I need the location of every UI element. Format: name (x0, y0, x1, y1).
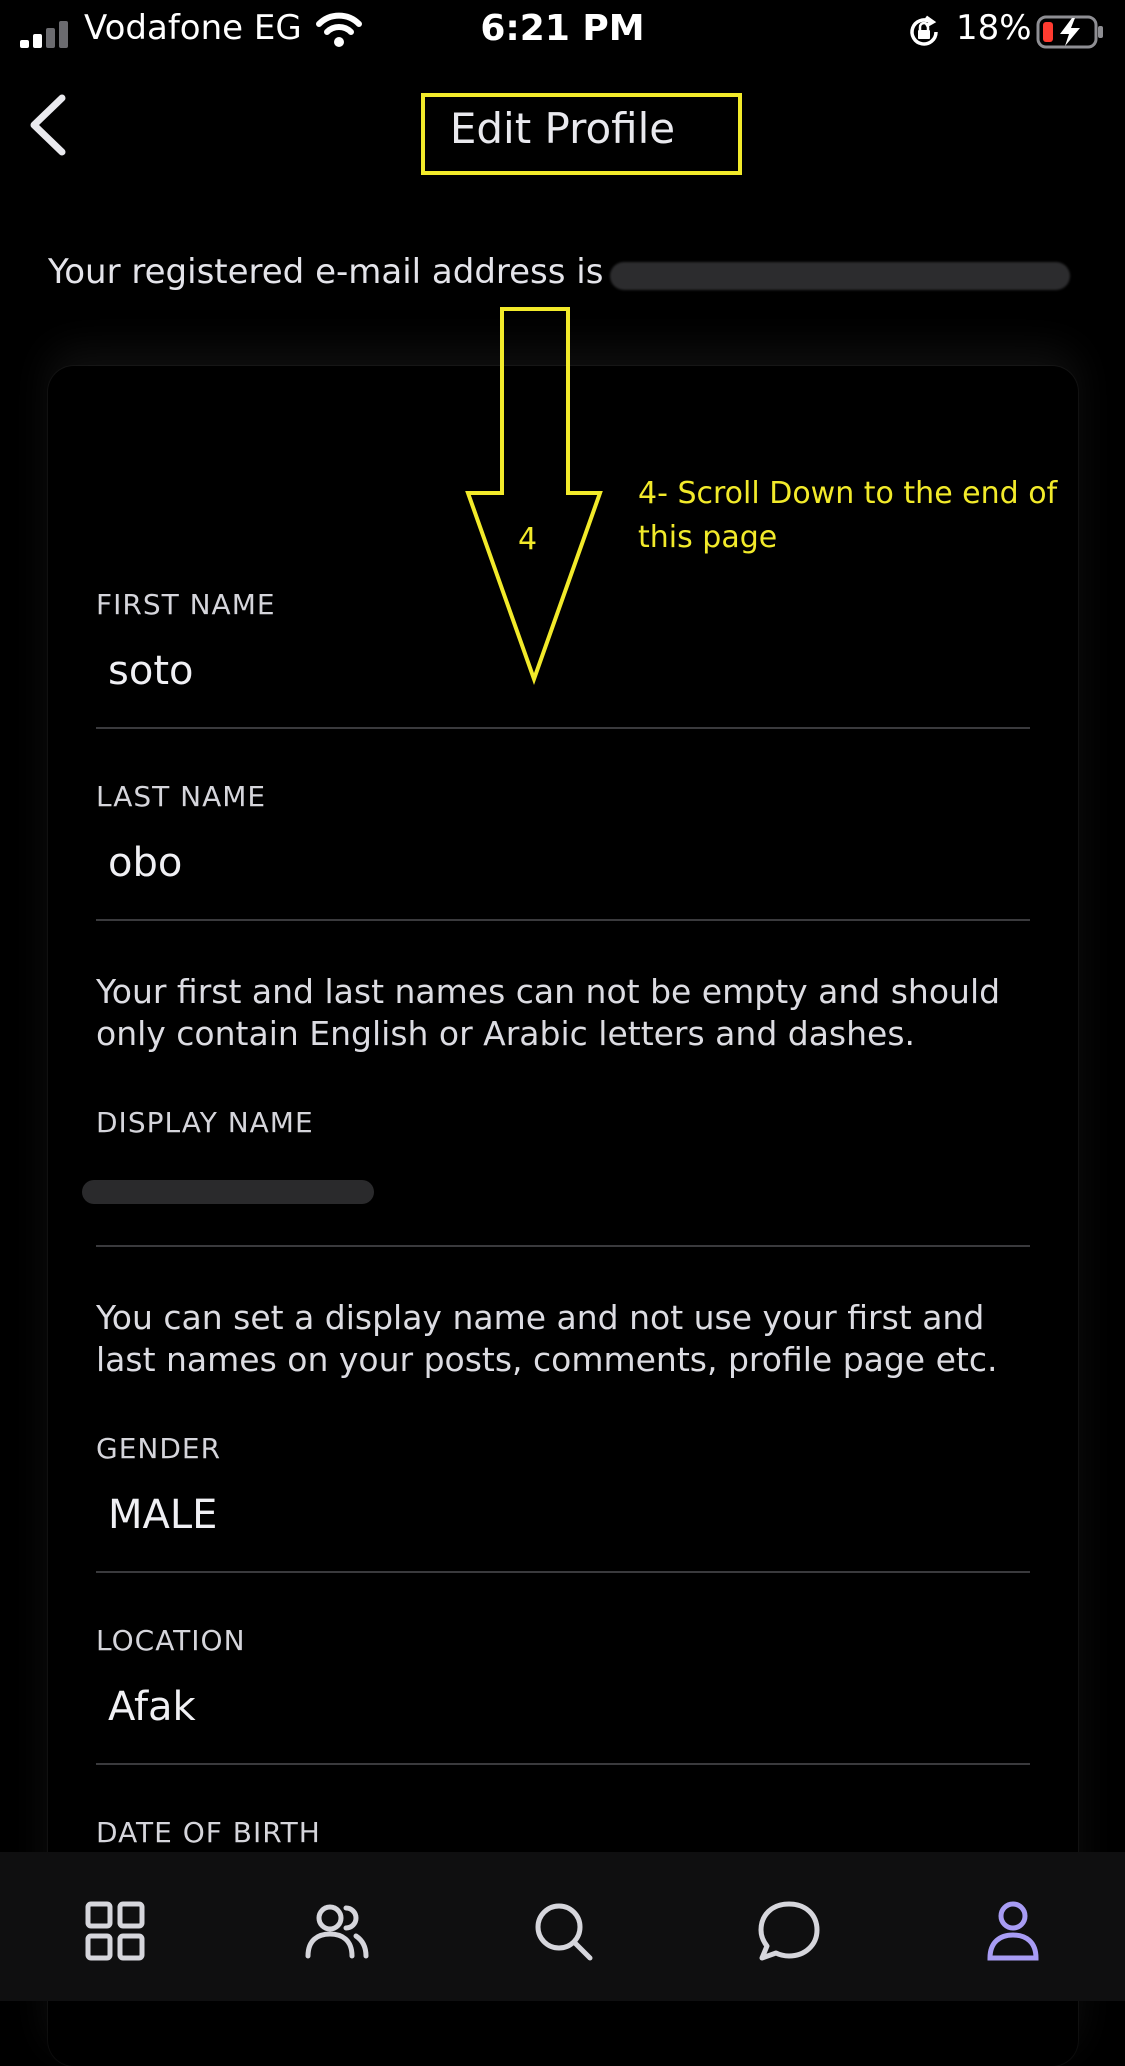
names-helper-text: Your first and last names can not be emp… (96, 972, 1001, 1053)
annotation-instruction: 4- Scroll Down to the end of this page (638, 476, 1058, 555)
gender-underline (96, 1571, 1030, 1573)
wifi-icon (316, 12, 362, 47)
email-redaction (610, 262, 1070, 290)
last-name-label: LAST NAME (96, 780, 267, 813)
profile-icon[interactable] (978, 1896, 1048, 1966)
display-name-label: DISPLAY NAME (96, 1106, 314, 1139)
annotation-step-number: 4 (518, 522, 538, 557)
battery-charging-icon (1036, 15, 1103, 49)
first-name-label: FIRST NAME (96, 588, 276, 621)
location-underline (96, 1763, 1030, 1765)
grid-icon[interactable] (80, 1896, 150, 1966)
date-of-birth-label: DATE OF BIRTH (96, 1816, 321, 1849)
display-name-underline (96, 1245, 1030, 1247)
annotation-down-arrow-icon (465, 307, 603, 685)
people-icon[interactable] (302, 1896, 372, 1966)
first-name-input[interactable]: soto (108, 648, 193, 694)
registered-email-notice: Your registered e-mail address is (48, 252, 604, 292)
search-icon[interactable] (528, 1896, 598, 1966)
display-name-input[interactable] (82, 1180, 374, 1204)
gender-label: GENDER (96, 1432, 222, 1465)
battery-percent: 18% (956, 8, 1032, 48)
chat-icon[interactable] (754, 1896, 824, 1966)
signal-icon (20, 20, 72, 48)
last-name-underline (96, 919, 1030, 921)
gender-select[interactable]: MALE (108, 1492, 217, 1538)
location-label: LOCATION (96, 1624, 246, 1657)
last-name-input[interactable]: obo (108, 840, 182, 886)
page-title: Edit Profile (449, 104, 676, 153)
carrier-name: Vodafone EG (84, 8, 302, 48)
first-name-underline (96, 727, 1030, 729)
location-input[interactable]: Afak (108, 1684, 196, 1730)
display-name-helper-text: You can set a display name and not use y… (96, 1298, 998, 1379)
orientation-lock-icon (910, 15, 938, 46)
status-bar: Vodafone EG 6:21 PM 18% (0, 0, 1125, 64)
